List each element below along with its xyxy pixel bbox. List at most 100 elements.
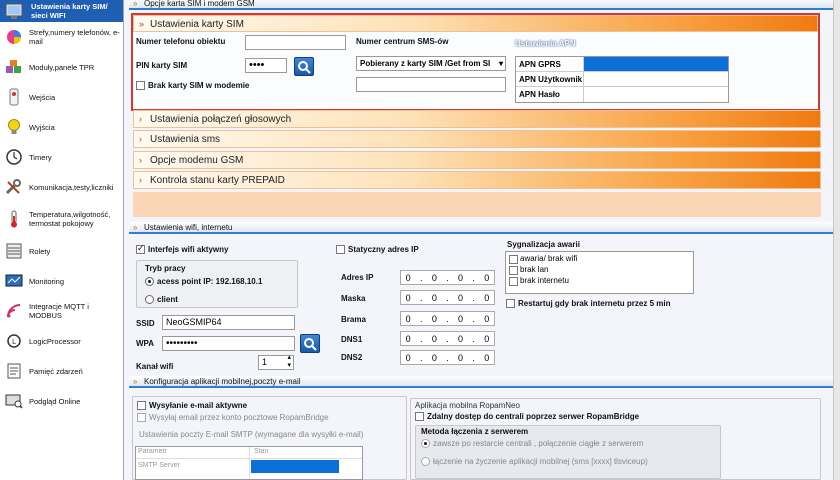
ip-octet: 0 [458, 292, 464, 303]
no-sim-checkbox[interactable] [136, 81, 145, 90]
apn-row-gprs: APN GPRS [516, 57, 728, 72]
sidebar-item-label: Moduły,panele TPR [29, 62, 95, 72]
prepaid-header[interactable]: › Kontrola stanu karty PREPAID [133, 171, 821, 189]
ip-address-input[interactable]: 0.0.0.0 [400, 270, 495, 285]
static-ip-label: Statyczny adres IP [348, 245, 419, 254]
wifi-enabled-checkbox[interactable] [136, 243, 145, 254]
send-via-bridge-checkbox[interactable] [137, 413, 146, 422]
method-group: Metoda łączenia z serwerem zawsze po res… [415, 425, 721, 479]
ssid-label: SSID [136, 319, 155, 328]
ip-octet: 0 [405, 352, 411, 363]
no-sim-label: Brak karty SIM w modemie [148, 81, 250, 90]
monitoring-icon [5, 272, 23, 290]
mask-input[interactable]: 0.0.0.0 [400, 290, 495, 305]
sidebar-item-sim-wifi[interactable]: Ustawienia karty SIM/ sieci WIFI [0, 0, 123, 22]
table-divider [249, 447, 250, 479]
dns2-input[interactable]: 0.0.0.0 [400, 350, 495, 365]
alarm-item-label: brak internetu [520, 276, 569, 285]
static-ip-checkbox[interactable] [336, 245, 345, 254]
stepper-arrows-icon[interactable]: ▴ ▾ [287, 354, 291, 370]
method-always-radio[interactable] [421, 439, 430, 448]
sidebar-item-label: Wejścia [29, 92, 56, 102]
alarm-lan-checkbox[interactable] [509, 266, 518, 275]
method-ondemand-label: łączenie na życzenie aplikacji mobilnej … [433, 457, 648, 466]
sim-settings-header[interactable]: » Ustawienia karty SIM [133, 15, 818, 32]
spacer-band [133, 192, 821, 217]
sidebar-item-events[interactable]: Pamięć zdarzeń [0, 356, 123, 386]
apn-user-input[interactable] [584, 72, 728, 86]
chevron-right-icon: › [139, 175, 142, 185]
gsm-modem-header[interactable]: › Opcje modemu GSM [133, 151, 821, 169]
remote-access-checkbox[interactable] [415, 412, 424, 421]
sidebar-item-label: Timery [29, 152, 52, 162]
tools-wrench-icon [5, 178, 23, 196]
blinds-icon [5, 242, 23, 260]
sidebar-item-label: Monitoring [29, 276, 65, 286]
chevron-down-icon: » [133, 377, 138, 386]
channel-stepper[interactable]: 1 ▴ ▾ [258, 354, 294, 370]
alarm-item-label: brak lan [520, 265, 549, 274]
mobile-group-title: Aplikacja mobilna RopamNeo [415, 401, 520, 410]
sidebar-item-modules[interactable]: Moduły,panele TPR [0, 52, 123, 82]
app-section-header[interactable]: » Konfiguracja aplikacji mobilnej,poczty… [129, 376, 836, 388]
sidebar-item-timers[interactable]: Timery [0, 142, 123, 172]
sms-center-select[interactable]: Pobierany z karty SIM /Get from SI ▾ [356, 56, 506, 71]
pin-search-button[interactable] [294, 57, 314, 76]
chevron-down-icon: » [133, 223, 138, 232]
ip-octet: 0 [484, 272, 490, 283]
chevron-right-icon: › [139, 134, 142, 144]
apn-title: Ustawienia APN [515, 39, 576, 48]
sidebar-item-label: Rolety [29, 246, 51, 256]
channel-value: 1 [262, 357, 268, 367]
sidebar-item-logic[interactable]: L LogicProcessor [0, 326, 123, 356]
apn-gprs-input[interactable] [584, 57, 728, 71]
dns1-input[interactable]: 0.0.0.0 [400, 331, 495, 346]
ip-octet: 0 [458, 313, 464, 324]
alarm-internet-checkbox[interactable] [509, 277, 518, 286]
pin-label: PIN karty SIM [136, 61, 188, 70]
gateway-input[interactable]: 0.0.0.0 [400, 311, 495, 326]
logic-processor-icon: L [5, 332, 23, 350]
sidebar-item-mqtt[interactable]: Integracje MQTT i MODBUS [0, 296, 123, 326]
sidebar-item-inputs[interactable]: Wejścia [0, 82, 123, 112]
sidebar-item-online[interactable]: Podgląd Online [0, 386, 123, 416]
mode-group: Tryb pracy acess point IP: 192.168.10.1 … [136, 260, 298, 308]
smtp-server-input[interactable] [251, 460, 339, 473]
sidebar-item-communication[interactable]: Komunikacja,testy,liczniki [0, 172, 123, 202]
main-panel: » Opcje karta SIM i modem GSM » Ustawien… [124, 0, 840, 480]
sms-settings-header[interactable]: › Ustawienia sms [133, 130, 821, 148]
sidebar-item-temperature[interactable]: Temperatura,wilgotność, termostat pokojo… [0, 202, 123, 236]
alarm-title: Sygnalizacja awarii [507, 240, 580, 249]
wpa-input[interactable]: ••••••••• [162, 336, 295, 351]
sidebar-item-zones[interactable]: Strefy,numery telefonów, e-mail [0, 22, 123, 52]
phone-input[interactable] [245, 35, 346, 50]
sms-center-input[interactable] [356, 77, 506, 92]
gsm-section-header[interactable]: » Opcje karta SIM i modem GSM [129, 0, 836, 10]
apn-password-input[interactable] [584, 87, 728, 102]
restart-checkbox[interactable] [506, 299, 515, 308]
smtp-col-param: Parametr [138, 448, 167, 455]
wifi-section-header[interactable]: » Ustawienia wifi, internetu [129, 222, 836, 234]
sidebar-item-label: Temperatura,wilgotność, termostat pokojo… [29, 210, 111, 228]
sim-header-title: Ustawienia karty SIM [150, 19, 244, 30]
apn-row-user: APN Użytkownik [516, 72, 728, 87]
email-enabled-label: Wysyłanie e-mail aktywne [149, 401, 248, 410]
sidebar-item-monitoring[interactable]: Monitoring [0, 266, 123, 296]
chevron-down-icon: » [133, 0, 138, 8]
ip-octet: 0 [405, 272, 411, 283]
ip-octet: 0 [484, 313, 490, 324]
sidebar-item-outputs[interactable]: Wyjścia [0, 112, 123, 142]
send-via-bridge-label: Wysyłaj email przez konto pocztowe Ropam… [149, 413, 329, 422]
wpa-show-button[interactable] [300, 334, 320, 353]
sidebar-item-blinds[interactable]: Rolety [0, 236, 123, 266]
alarm-wifi-checkbox[interactable] [509, 255, 518, 264]
phone-label: Numer telefonu obiektu [136, 37, 226, 46]
method-ondemand-radio[interactable] [421, 457, 430, 466]
voice-calls-header[interactable]: › Ustawienia połączeń głosowych [133, 110, 821, 128]
mode-client-radio[interactable] [145, 295, 154, 304]
ssid-input[interactable]: NeoGSMIP64 [162, 315, 295, 330]
pin-input[interactable]: •••• [245, 58, 287, 73]
email-enabled-checkbox[interactable] [137, 401, 146, 410]
mode-ap-radio[interactable] [145, 277, 154, 286]
vertical-scrollbar[interactable] [833, 0, 840, 480]
